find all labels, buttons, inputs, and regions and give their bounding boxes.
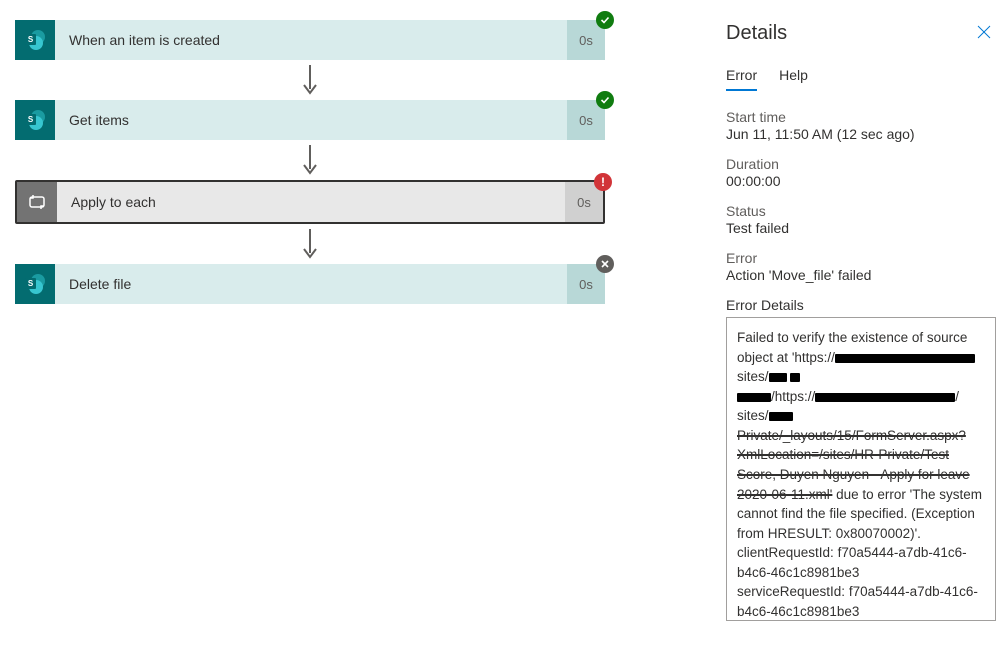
status-error-icon: !	[594, 173, 612, 191]
sharepoint-icon: S	[15, 100, 55, 140]
redacted-text	[815, 393, 955, 402]
tab-error[interactable]: Error	[726, 67, 757, 91]
field-label: Duration	[726, 156, 996, 172]
flow-step-trigger[interactable]: S When an item is created 0s	[15, 20, 605, 60]
details-title: Details	[726, 22, 787, 45]
field-value: 00:00:00	[726, 173, 996, 189]
field-value: Action 'Move_file' failed	[726, 267, 996, 283]
redacted-line: 2020-06-11.xml'	[737, 487, 832, 502]
sharepoint-icon: S	[15, 264, 55, 304]
sharepoint-icon: S	[15, 20, 55, 60]
status-skipped-icon	[596, 255, 614, 273]
redacted-line: Score, Duyen Nguyen - Apply for leave	[737, 467, 970, 482]
loop-icon	[17, 182, 57, 222]
redacted-text	[769, 412, 793, 421]
details-panel: Details Error Help Start time Jun 11, 11…	[700, 0, 999, 665]
step-label: Apply to each	[57, 182, 565, 222]
client-request-id-label: clientRequestId:	[737, 545, 838, 560]
field-duration: Duration 00:00:00	[726, 156, 996, 189]
close-button[interactable]	[972, 20, 996, 47]
field-start-time: Start time Jun 11, 11:50 AM (12 sec ago)	[726, 109, 996, 142]
error-text: sites/	[737, 369, 769, 384]
redacted-line: Private/_layouts/15/FormServer.aspx?	[737, 428, 966, 443]
redacted-line: XmlLocation=/sites/HR-Private/Test	[737, 447, 949, 462]
field-value: Test failed	[726, 220, 996, 236]
step-label: When an item is created	[55, 20, 567, 60]
redacted-text	[737, 393, 771, 402]
error-text: sites/	[737, 408, 769, 423]
redacted-text	[835, 354, 975, 363]
field-error: Error Action 'Move_file' failed	[726, 250, 996, 283]
error-details-label: Error Details	[726, 297, 996, 313]
flow-step-get-items[interactable]: S Get items 0s	[15, 100, 605, 140]
redacted-text	[769, 373, 787, 382]
error-text: /https://	[771, 389, 815, 404]
step-label: Get items	[55, 100, 567, 140]
field-status: Status Test failed	[726, 203, 996, 236]
tab-help[interactable]: Help	[779, 67, 808, 91]
flow-step-delete-file[interactable]: S Delete file 0s	[15, 264, 605, 304]
flow-step-apply-to-each[interactable]: Apply to each 0s !	[15, 180, 605, 224]
error-details-box[interactable]: Failed to verify the existence of source…	[726, 317, 996, 621]
field-label: Status	[726, 203, 996, 219]
field-value: Jun 11, 11:50 AM (12 sec ago)	[726, 126, 996, 142]
field-label: Start time	[726, 109, 996, 125]
service-request-id-label: serviceRequestId:	[737, 584, 849, 599]
status-success-icon	[596, 11, 614, 29]
details-tabs: Error Help	[726, 67, 996, 91]
arrow-connector	[15, 224, 605, 264]
field-label: Error	[726, 250, 996, 266]
flow-canvas: S When an item is created 0s S Get items…	[0, 0, 700, 665]
status-success-icon	[596, 91, 614, 109]
step-label: Delete file	[55, 264, 567, 304]
error-text: 'https://	[792, 350, 835, 365]
arrow-connector	[15, 140, 605, 180]
redacted-text	[790, 373, 800, 382]
arrow-connector	[15, 60, 605, 100]
